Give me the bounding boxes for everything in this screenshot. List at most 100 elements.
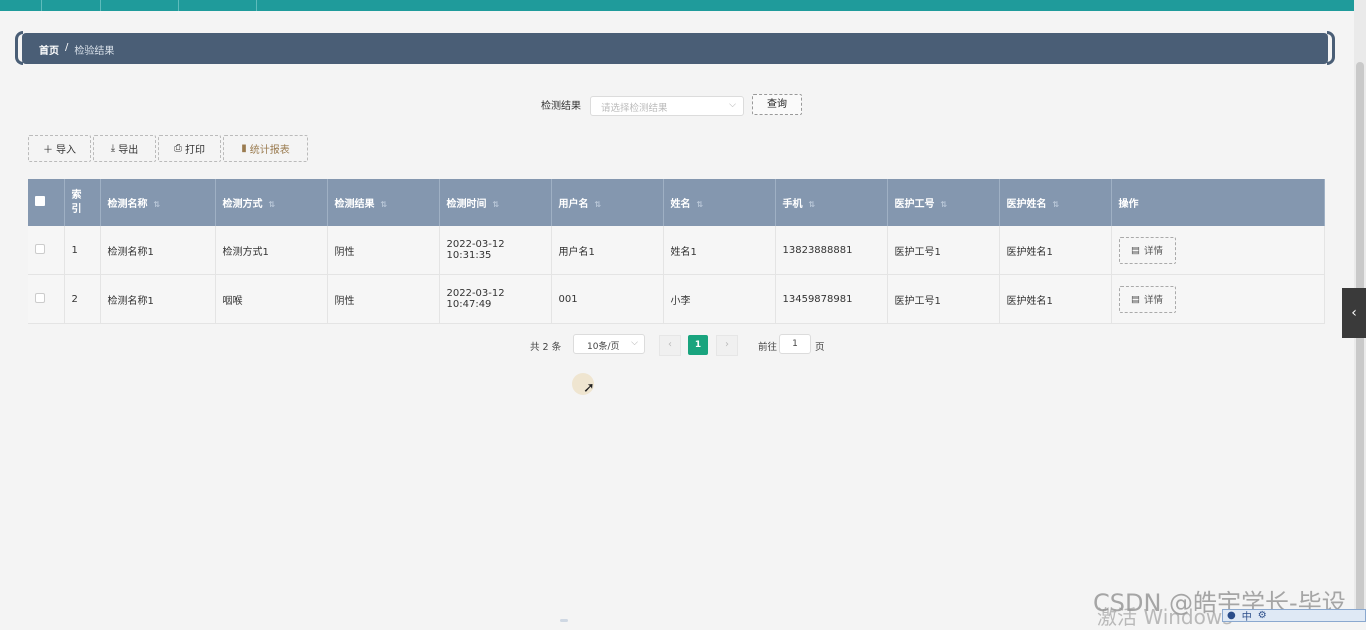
sort-icon[interactable]: ⇅ [941,200,948,209]
results-table: 索引 检测名称 ⇅ 检测方式 ⇅ 检测结果 ⇅ 检测时间 ⇅ 用户名 ⇅ 姓名 ⇅ 手机 ⇅ … [28,179,1325,324]
col-actions: 操作 [1111,179,1325,226]
col-username[interactable]: 用户名 ⇅ [551,179,664,226]
import-button[interactable]: ＋导入 [28,135,91,162]
col-test-method[interactable]: 检测方式 ⇅ [215,179,328,226]
select-all-checkbox[interactable] [35,196,45,206]
nav-divider [41,0,42,11]
sort-icon[interactable]: ⇅ [154,200,161,209]
cell: 13823888881 [775,226,888,275]
detail-button[interactable]: ▤ 详情 [1118,236,1176,264]
col-label: 用户名 [558,199,589,210]
mouse-cursor-icon: ➚ [583,380,595,396]
nav-divider [178,0,179,11]
row-select-cell[interactable] [28,274,65,324]
sort-icon[interactable]: ⇅ [1053,200,1060,209]
cell: 咽喉 [215,274,328,324]
plus-icon: ＋ [43,145,53,156]
detail-button[interactable]: ▤ 详情 [1118,285,1176,313]
print-button[interactable]: ⎙ 打印 [158,135,221,162]
total-count: 共 2 条 [530,339,561,353]
select-placeholder: 请选择检测结果 [601,103,668,114]
top-nav-bar [0,0,1354,11]
goto-label: 前往 [758,342,778,353]
row-checkbox[interactable] [35,292,45,303]
col-label: 手机 [782,199,803,210]
sort-icon[interactable]: ⇅ [809,200,816,209]
col-test-time[interactable]: 检测时间 ⇅ [439,179,552,226]
col-staff-id[interactable]: 医护工号 ⇅ [887,179,1000,226]
sort-icon[interactable]: ⇅ [269,200,276,209]
goto-suffix: 页 [815,342,825,353]
cell: 医护姓名1 [999,274,1112,324]
print-label: 打印 [185,145,205,156]
row-checkbox[interactable] [35,243,45,254]
page-number-button[interactable]: 1 [688,335,708,355]
breadcrumb-separator: / [65,42,69,53]
detail-label: 详情 [1143,246,1163,257]
ime-toolbar[interactable]: ● 中 ⚙ [1222,609,1366,623]
cell: 医护工号1 [887,274,1000,324]
breadcrumb-current: 检验结果 [74,46,115,57]
cell: 13459878981 [775,274,888,324]
prev-page-button[interactable]: ‹ [659,335,681,356]
table-row: 2 检测名称1 咽喉 阴性 2022-03-12 10:47:49 001 小李… [28,274,1325,324]
sort-icon[interactable]: ⇅ [493,200,500,209]
cell: 1 [64,226,101,275]
report-button[interactable]: ▮ 统计报表 [223,135,308,162]
printer-icon: ⎙ [174,143,182,154]
page-size-label: 10条/页 [587,342,620,352]
sort-icon[interactable]: ⇅ [697,200,704,209]
document-icon: ▤ [1131,244,1140,256]
cell: 小李 [663,274,776,324]
col-test-name[interactable]: 检测名称 ⇅ [100,179,216,226]
export-label: 导出 [118,145,139,156]
col-phone[interactable]: 手机 ⇅ [775,179,888,226]
report-label: 统计报表 [249,145,290,156]
col-label: 操作 [1118,199,1139,210]
breadcrumb-home[interactable]: 首页 [39,42,59,57]
bar-chart-icon: ▮ [241,143,247,154]
total-suffix: 条 [551,342,562,353]
action-cell: ▤ 详情 [1111,274,1325,324]
next-page-button[interactable]: › [716,335,738,356]
col-label: 医护姓名 [1006,199,1047,210]
cell: 检测名称1 [100,274,216,324]
side-collapse-tab[interactable]: ‹ [1342,288,1366,338]
col-label: 检测结果 [334,199,375,210]
sort-icon[interactable]: ⇅ [595,200,602,209]
col-label: 检测时间 [446,199,487,210]
export-button[interactable]: ⤓ 导出 [93,135,156,162]
col-label: 检测方式 [222,199,263,210]
bracket-left [15,31,23,65]
cell: 2022-03-12 10:47:49 [439,274,552,324]
col-test-result[interactable]: 检测结果 ⇅ [327,179,440,226]
col-index-label: 索引 [71,189,82,215]
select-all-cell[interactable] [28,179,65,226]
col-index: 索引 [64,179,101,226]
cell: 阴性 [327,226,440,275]
result-select[interactable]: 请选择检测结果 ⌵ [590,96,744,116]
table-row: 1 检测名称1 检测方式1 阴性 2022-03-12 10:31:35 用户名… [28,226,1325,275]
goto-page-input[interactable]: 1 [779,334,811,354]
query-button[interactable]: 查询 [752,94,802,115]
row-select-cell[interactable] [28,226,65,275]
cell: 姓名1 [663,226,776,275]
sort-icon[interactable]: ⇅ [381,200,388,209]
page-size-select[interactable]: 10条/页 ⌵ [573,334,645,354]
breadcrumb: 首页 / 检验结果 [15,31,1335,65]
bracket-right [1327,31,1335,65]
cell: 检测方式1 [215,226,328,275]
col-label: 姓名 [670,199,691,210]
ime-lang-icon: 中 [1241,612,1252,623]
toolbar: ＋导入 ⤓ 导出 ⎙ 打印 ▮ 统计报表 [28,135,308,162]
cell: 2022-03-12 10:31:35 [439,226,552,275]
total-value: 2 [542,342,549,353]
nav-divider [100,0,101,11]
col-name[interactable]: 姓名 ⇅ [663,179,776,226]
cell: 001 [551,274,664,324]
chevron-down-icon: ⌵ [631,338,638,348]
nav-divider [256,0,257,11]
ime-tools-icon: ⚙ [1257,610,1267,621]
col-staff-name[interactable]: 医护姓名 ⇅ [999,179,1112,226]
chevron-down-icon: ⌵ [729,100,736,110]
